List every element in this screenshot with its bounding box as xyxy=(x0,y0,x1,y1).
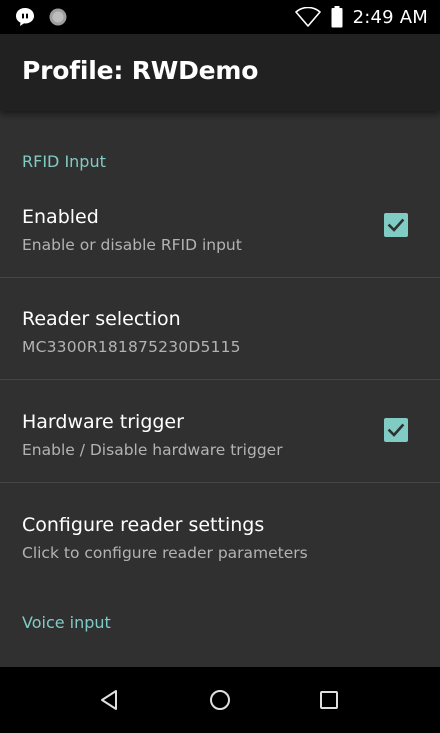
preference-list[interactable]: RFID Input Enabled Enable or disable RFI… xyxy=(0,111,440,667)
recents-icon xyxy=(320,691,338,709)
battery-icon xyxy=(331,6,343,28)
pref-configure-reader[interactable]: Configure reader settings Click to confi… xyxy=(0,484,440,586)
notification-bubble-icon xyxy=(14,6,36,28)
category-rfid-input: RFID Input xyxy=(22,152,106,171)
check-icon xyxy=(387,218,405,232)
pref-summary: Enable or disable RFID input xyxy=(22,236,242,254)
pref-title: Hardware trigger xyxy=(22,411,184,433)
divider xyxy=(0,482,440,483)
status-bar: 2:49 AM xyxy=(0,0,440,34)
wifi-icon xyxy=(294,7,321,27)
pref-reader-selection[interactable]: Reader selection MC3300R181875230D5115 xyxy=(0,278,440,380)
circle-status-icon xyxy=(48,7,68,27)
pref-summary: MC3300R181875230D5115 xyxy=(22,338,241,356)
divider xyxy=(0,379,440,380)
pref-summary: Enable / Disable hardware trigger xyxy=(22,441,283,459)
back-icon xyxy=(101,690,117,710)
pref-hardware-trigger[interactable]: Hardware trigger Enable / Disable hardwa… xyxy=(0,381,440,483)
status-left-icons xyxy=(14,6,68,28)
home-icon xyxy=(210,690,230,710)
status-right-icons: 2:49 AM xyxy=(294,4,428,30)
home-button[interactable] xyxy=(207,687,233,713)
back-button[interactable] xyxy=(97,687,123,713)
pref-title: Configure reader settings xyxy=(22,514,265,536)
screen: 2:49 AM Profile: RWDemo RFID Input Enabl… xyxy=(0,0,440,733)
status-time: 2:49 AM xyxy=(352,6,428,28)
hardware-trigger-checkbox[interactable] xyxy=(384,418,408,442)
category-voice-input: Voice input xyxy=(22,613,111,632)
app-bar: Profile: RWDemo xyxy=(0,34,440,111)
navigation-bar xyxy=(0,667,440,733)
check-icon xyxy=(387,423,405,437)
recents-button[interactable] xyxy=(316,687,342,713)
pref-title: Reader selection xyxy=(22,308,181,330)
pref-title: Enabled xyxy=(22,206,99,228)
enabled-checkbox[interactable] xyxy=(384,213,408,237)
pref-enabled[interactable]: Enabled Enable or disable RFID input xyxy=(0,176,440,278)
page-title: Profile: RWDemo xyxy=(22,56,259,85)
pref-summary: Click to configure reader parameters xyxy=(22,544,308,562)
